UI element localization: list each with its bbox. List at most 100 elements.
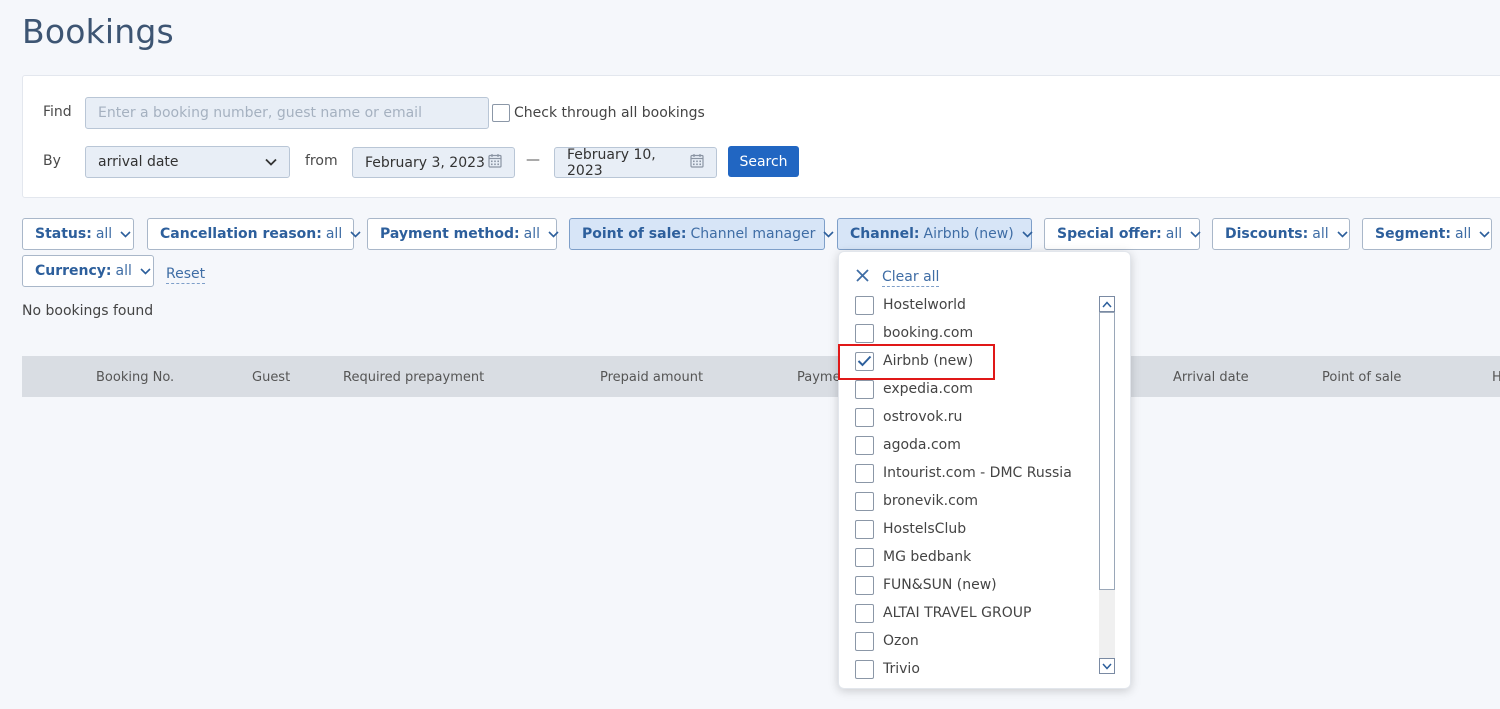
date-to-field[interactable]: February 10, 2023 — [554, 147, 717, 179]
option-label: Trivio — [883, 661, 920, 677]
search-button[interactable]: Search — [728, 146, 799, 177]
channel-option[interactable]: expedia.com — [855, 379, 973, 399]
by-select[interactable]: arrival date — [85, 146, 290, 178]
by-label: By — [43, 153, 61, 169]
filter-payment-method[interactable]: Payment method: all — [367, 218, 559, 250]
option-label: expedia.com — [883, 381, 973, 397]
filter-key: Currency: — [35, 263, 112, 279]
check-all-label: Check through all bookings — [514, 105, 705, 121]
check-all-checkbox[interactable] — [492, 104, 510, 122]
filter-value: all — [1312, 226, 1329, 242]
option-label: booking.com — [883, 325, 974, 341]
option-checkbox[interactable] — [855, 491, 874, 511]
check-all-bookings[interactable]: Check through all bookings — [492, 104, 705, 122]
column-header[interactable]: Payme — [797, 370, 841, 385]
chevron-down-icon — [1102, 663, 1112, 670]
filter-discounts[interactable]: Discounts: all — [1212, 218, 1350, 250]
clear-all-label: Clear all — [882, 268, 940, 287]
option-label: FUN&SUN (new) — [883, 577, 997, 593]
filter-currency[interactable]: Currency: all — [22, 255, 154, 287]
option-label: Ozon — [883, 633, 919, 649]
column-header[interactable]: Prepaid amount — [600, 370, 703, 385]
option-label: ALTAI TRAVEL GROUP — [883, 605, 1032, 621]
chevron-down-icon — [1337, 230, 1348, 238]
filter-key: Channel: — [850, 226, 920, 242]
channel-option[interactable]: MG bedbank — [855, 547, 971, 567]
date-from-field[interactable]: February 3, 2023 — [352, 147, 515, 178]
channel-option[interactable]: HostelsClub — [855, 519, 966, 539]
filter-value: all — [95, 226, 113, 242]
option-checkbox[interactable] — [855, 323, 874, 343]
channel-option[interactable]: agoda.com — [855, 435, 961, 455]
option-checkbox[interactable] — [855, 295, 874, 315]
chevron-up-icon — [1102, 300, 1112, 307]
chevron-down-icon — [548, 230, 559, 238]
column-header[interactable]: Arrival date — [1173, 370, 1249, 385]
option-checkbox[interactable] — [855, 547, 874, 567]
filter-cancellation-reason[interactable]: Cancellation reason: all — [147, 218, 361, 250]
filter-channel[interactable]: Channel: Airbnb (new) — [837, 218, 1033, 250]
from-label: from — [305, 153, 338, 169]
channel-option[interactable]: Hostelworld — [855, 295, 966, 315]
column-header[interactable]: Booking No. — [96, 370, 174, 385]
chevron-down-icon — [1190, 230, 1201, 238]
option-checkbox[interactable] — [855, 463, 874, 483]
option-checkbox[interactable] — [855, 519, 874, 539]
filter-status[interactable]: Status: all — [22, 218, 134, 250]
channel-option[interactable]: booking.com — [855, 323, 973, 343]
date-from-value: February 3, 2023 — [365, 154, 485, 171]
filter-special-offer[interactable]: Special offer: all — [1044, 218, 1201, 250]
channel-option[interactable]: Intourist.com - DMC Russia — [855, 463, 1072, 483]
channel-option[interactable]: ostrovok.ru — [855, 407, 962, 427]
reset-filters-link[interactable]: Reset — [166, 265, 206, 284]
search-input[interactable] — [85, 97, 489, 129]
option-label: bronevik.com — [883, 493, 979, 509]
option-checkbox[interactable] — [855, 631, 874, 651]
filter-key: Status: — [35, 226, 92, 242]
column-header[interactable]: Guest — [252, 370, 290, 385]
filter-segment[interactable]: Segment: all — [1362, 218, 1492, 250]
option-checkbox[interactable] — [855, 575, 874, 595]
channel-option[interactable]: FUN&SUN (new) — [855, 575, 997, 595]
column-header[interactable]: H — [1492, 370, 1500, 385]
option-checkbox[interactable] — [855, 407, 874, 427]
filter-key: Point of sale: — [582, 226, 687, 242]
scroll-down-button[interactable] — [1099, 658, 1115, 674]
calendar-icon[interactable] — [488, 153, 502, 172]
filter-value: Channel manager — [690, 226, 816, 242]
column-header[interactable]: Point of sale — [1322, 370, 1401, 385]
chevron-down-icon — [120, 230, 131, 238]
filter-key: Special offer: — [1057, 226, 1162, 242]
dropdown-scrollbar[interactable] — [1099, 296, 1115, 674]
option-checkbox[interactable] — [855, 659, 874, 679]
column-header[interactable]: Required prepayment — [343, 370, 484, 385]
empty-results-text: No bookings found — [22, 303, 154, 319]
chevron-down-icon — [1022, 230, 1033, 238]
find-label: Find — [43, 104, 72, 120]
filter-key: Payment method: — [380, 226, 520, 242]
option-checkbox[interactable] — [855, 379, 874, 399]
calendar-icon[interactable] — [690, 153, 704, 172]
highlight-box — [838, 344, 995, 380]
scroll-up-button[interactable] — [1099, 296, 1115, 312]
option-checkbox[interactable] — [855, 603, 874, 623]
option-label: Hostelworld — [883, 297, 966, 313]
filter-value: all — [1165, 226, 1183, 242]
channel-option[interactable]: Trivio — [855, 659, 920, 679]
channel-dropdown: Clear all Hostelworld booking.com Airbnb… — [838, 251, 1131, 689]
filter-key: Discounts: — [1225, 226, 1309, 242]
clear-all-button[interactable]: Clear all — [855, 268, 940, 287]
channel-option[interactable]: Ozon — [855, 631, 919, 651]
option-label: MG bedbank — [883, 549, 972, 565]
chevron-down-icon — [265, 154, 277, 170]
scrollbar-thumb[interactable] — [1099, 312, 1115, 590]
close-icon[interactable] — [855, 268, 870, 287]
search-panel: Find Check through all bookings By arriv… — [22, 75, 1500, 198]
option-checkbox[interactable] — [855, 435, 874, 455]
chevron-down-icon — [1479, 230, 1490, 238]
filter-value: all — [115, 263, 132, 279]
channel-option[interactable]: bronevik.com — [855, 491, 978, 511]
date-range-dash: — — [526, 152, 540, 168]
filter-point-of-sale[interactable]: Point of sale: Channel manager — [569, 218, 834, 250]
channel-option[interactable]: ALTAI TRAVEL GROUP — [855, 603, 1031, 623]
